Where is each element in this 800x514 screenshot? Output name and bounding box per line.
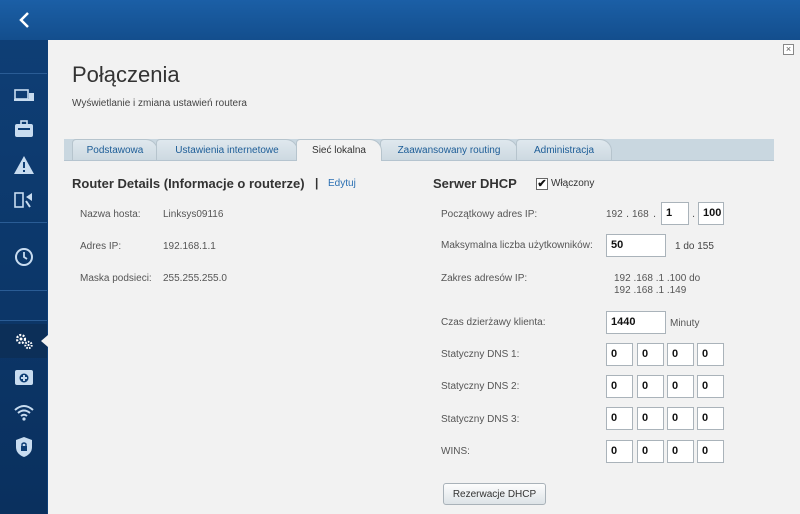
sidebar-item-schedule[interactable] (0, 240, 47, 274)
close-icon[interactable]: × (783, 44, 794, 55)
warning-icon (13, 156, 34, 174)
dns1-octet-2[interactable]: 0 (637, 343, 664, 366)
dns2-octet-3[interactable]: 0 (667, 375, 694, 398)
tab-basic[interactable]: Podstawowa (72, 139, 158, 160)
settings-gears-icon (15, 333, 33, 350)
wins-octet-3[interactable]: 0 (667, 440, 694, 463)
dhcp-server-title: Serwer DHCP (433, 176, 517, 191)
lease-time-label: Czas dzierżawy klienta: (441, 317, 546, 328)
ip-range-end: 192 .168 .1 .149 (614, 285, 687, 296)
dns3-label: Statyczny DNS 3: (441, 414, 520, 425)
wins-label: WINS: (441, 446, 470, 457)
ip-address-label: Adres IP: (80, 241, 122, 252)
subnet-mask-value: 255.255.255.0 (163, 273, 227, 284)
security-lock-icon (15, 437, 32, 457)
max-users-input[interactable]: 50 (606, 234, 666, 257)
ip-range-label: Zakres adresów IP: (441, 273, 528, 284)
top-bar (0, 0, 800, 40)
page-title: Połączenia (72, 62, 180, 87)
start-ip-octet-3-input[interactable]: 1 (661, 202, 689, 225)
dns2-label: Statyczny DNS 2: (441, 381, 520, 392)
max-users-range: 1 do 155 (675, 241, 714, 252)
sidebar-divider (0, 73, 47, 74)
dns3-octet-2[interactable]: 0 (637, 407, 664, 430)
dns2-octet-4[interactable]: 0 (697, 375, 724, 398)
tab-administration[interactable]: Administracja (516, 139, 612, 160)
dhcp-reservations-button[interactable]: Rezerwacje DHCP (443, 483, 546, 505)
wins-octet-4[interactable]: 0 (697, 440, 724, 463)
page-subtitle: Wyświetlanie i zmiana ustawień routera (72, 98, 247, 109)
dns1-octet-1[interactable]: 0 (606, 343, 633, 366)
dhcp-enabled-label: Włączony (551, 178, 595, 189)
dns1-label: Statyczny DNS 1: (441, 349, 520, 360)
subnet-mask-label: Maska podsieci: (80, 273, 152, 284)
tab-advanced-routing[interactable]: Zaawansowany routing (380, 139, 518, 160)
hostname-label: Nazwa hosta: (80, 209, 141, 220)
sidebar-divider (0, 290, 47, 291)
max-users-label: Maksymalna liczba użytkowników: (441, 240, 593, 251)
title-separator: | (315, 176, 319, 190)
hostname-value: Linksys09116 (163, 209, 224, 220)
back-button[interactable] (0, 0, 47, 40)
wins-octet-1[interactable]: 0 (606, 440, 633, 463)
tab-local-network[interactable]: Sieć lokalna (296, 139, 382, 161)
sidebar-item-toolbox[interactable] (0, 112, 47, 146)
start-ip-octet-2: 168 (632, 209, 649, 220)
main-panel: × Połączenia Wyświetlanie i zmiana ustaw… (48, 40, 800, 514)
chevron-left-icon (18, 12, 29, 28)
ip-dot: . (653, 208, 657, 220)
ip-address-value: 192.168.1.1 (163, 241, 216, 252)
ip-dot: . (626, 208, 630, 220)
tab-internet-settings[interactable]: Ustawienia internetowe (156, 139, 298, 160)
sidebar-item-devices[interactable] (0, 78, 47, 112)
toolbox-icon (14, 120, 33, 137)
lease-time-input[interactable]: 1440 (606, 311, 666, 334)
sidebar-item-connectivity[interactable] (0, 324, 48, 358)
dns3-octet-1[interactable]: 0 (606, 407, 633, 430)
sidebar (0, 40, 48, 514)
media-icon (13, 192, 32, 208)
start-ip-label: Początkowy adres IP: (441, 209, 538, 220)
tab-strip: Podstawowa Ustawienia internetowe Sieć l… (64, 139, 774, 161)
wifi-icon (13, 405, 34, 421)
ip-range-start: 192 .168 .1 .100 do (614, 273, 701, 284)
sidebar-item-troubleshooting[interactable] (0, 360, 47, 394)
dns1-octet-3[interactable]: 0 (667, 343, 694, 366)
sidebar-item-alerts[interactable] (0, 148, 47, 182)
dns2-octet-2[interactable]: 0 (637, 375, 664, 398)
dns1-octet-4[interactable]: 0 (697, 343, 724, 366)
sidebar-item-security[interactable] (0, 430, 47, 464)
start-ip-octet-1: 192 (606, 209, 623, 220)
devices-icon (13, 89, 34, 101)
lease-time-unit: Minuty (670, 318, 700, 329)
start-ip-octet-4-input[interactable]: 100 (698, 202, 724, 225)
sidebar-item-wireless[interactable] (0, 395, 47, 429)
dhcp-enabled-checkbox[interactable]: ✔ (536, 178, 548, 190)
sidebar-item-media[interactable] (0, 183, 47, 217)
dns3-octet-4[interactable]: 0 (697, 407, 724, 430)
clock-icon (14, 248, 33, 266)
edit-link[interactable]: Edytuj (328, 178, 356, 189)
sidebar-divider (0, 320, 47, 321)
sidebar-divider (0, 222, 47, 223)
wins-octet-2[interactable]: 0 (637, 440, 664, 463)
dns2-octet-1[interactable]: 0 (606, 375, 633, 398)
ip-dot: . (692, 208, 696, 220)
dns3-octet-3[interactable]: 0 (667, 407, 694, 430)
router-details-title: Router Details (Informacje o routerze) (72, 176, 305, 191)
plus-medical-icon (14, 370, 33, 385)
